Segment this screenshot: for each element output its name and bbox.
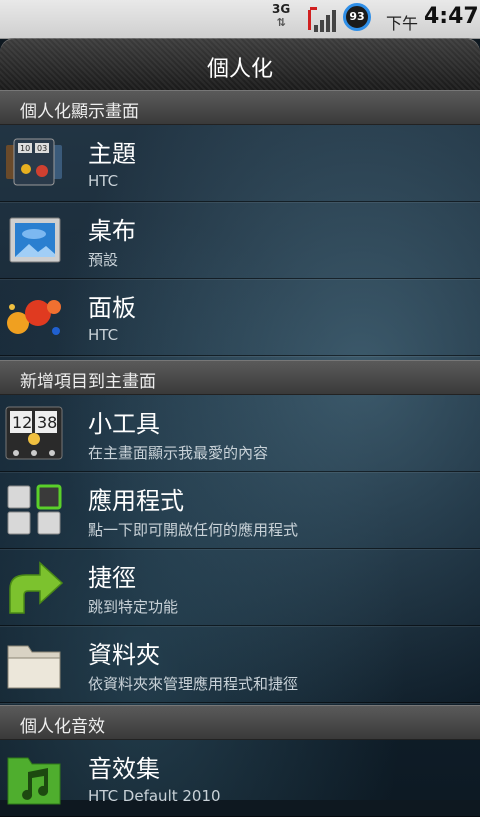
item-subtitle: HTC Default 2010	[88, 787, 221, 805]
svg-text:03: 03	[37, 144, 47, 153]
list-item-skin[interactable]: 面板 HTC	[0, 279, 480, 356]
svg-text:38: 38	[37, 413, 57, 432]
item-title: 音效集	[88, 755, 160, 783]
shortcut-arrow-icon	[9, 561, 64, 614]
section-header-label: 個人化音效	[20, 717, 105, 737]
section-header-add-to-home: 新增項目到主畫面	[0, 360, 480, 395]
theme-icon: 10 03	[6, 138, 62, 186]
item-title: 資料夾	[88, 641, 160, 669]
section-header-sounds: 個人化音效	[0, 705, 480, 740]
item-subtitle: HTC	[88, 326, 119, 344]
item-subtitle: 點一下即可開啟任何的應用程式	[88, 521, 299, 539]
list-item-apps[interactable]: 應用程式 點一下即可開啟任何的應用程式	[0, 472, 480, 549]
item-subtitle: HTC	[88, 172, 119, 190]
apps-icon	[7, 484, 62, 535]
section-header-display: 個人化顯示畫面	[0, 90, 480, 125]
page-title: 個人化	[206, 57, 273, 82]
item-title: 桌布	[88, 217, 136, 245]
list-item-shortcuts[interactable]: 捷徑 跳到特定功能	[0, 549, 480, 626]
data-activity-icon: ⇅	[276, 16, 286, 29]
section-header-label: 個人化顯示畫面	[20, 102, 139, 122]
item-subtitle: 依資料夾來管理應用程式和捷徑	[88, 675, 299, 693]
widget-icon: 12 38	[5, 406, 63, 460]
item-title: 主題	[88, 140, 136, 168]
title-bar: 個人化	[0, 38, 480, 90]
personalize-list[interactable]: 個人化顯示畫面 10 03 主題 HTC 桌布 預設 面板 HTC 新增項目到主…	[0, 90, 480, 817]
section-header-label: 新增項目到主畫面	[20, 372, 156, 392]
network-indicator: 3G ⇅	[272, 2, 291, 30]
list-item-wallpaper[interactable]: 桌布 預設	[0, 202, 480, 279]
wallpaper-icon	[9, 217, 61, 263]
list-item-widgets[interactable]: 12 38 小工具 在主畫面顯示我最愛的內容	[0, 395, 480, 472]
svg-text:12: 12	[12, 413, 32, 432]
network-type: 3G	[272, 2, 291, 16]
svg-text:10: 10	[20, 144, 30, 153]
sound-set-icon	[7, 757, 61, 805]
list-item-sound-set[interactable]: 音效集 HTC Default 2010	[0, 740, 480, 817]
item-title: 應用程式	[88, 487, 184, 515]
item-title: 小工具	[88, 410, 160, 438]
item-subtitle: 在主畫面顯示我最愛的內容	[88, 444, 269, 462]
item-subtitle: 跳到特定功能	[88, 598, 179, 616]
signal-strength-icon	[308, 7, 336, 32]
list-item-folders[interactable]: 資料夾 依資料夾來管理應用程式和捷徑	[0, 626, 480, 703]
clock-time: 4:47	[424, 4, 479, 29]
status-bar: 3G ⇅ 93 下午 4:47	[0, 0, 480, 39]
battery-icon: 93	[343, 3, 371, 31]
item-subtitle: 預設	[88, 251, 119, 269]
list-item-theme[interactable]: 10 03 主題 HTC	[0, 125, 480, 202]
item-title: 面板	[88, 294, 136, 322]
skin-icon	[7, 300, 61, 335]
time-period: 下午	[386, 14, 419, 33]
folder-icon	[7, 645, 61, 689]
item-title: 捷徑	[88, 564, 136, 592]
